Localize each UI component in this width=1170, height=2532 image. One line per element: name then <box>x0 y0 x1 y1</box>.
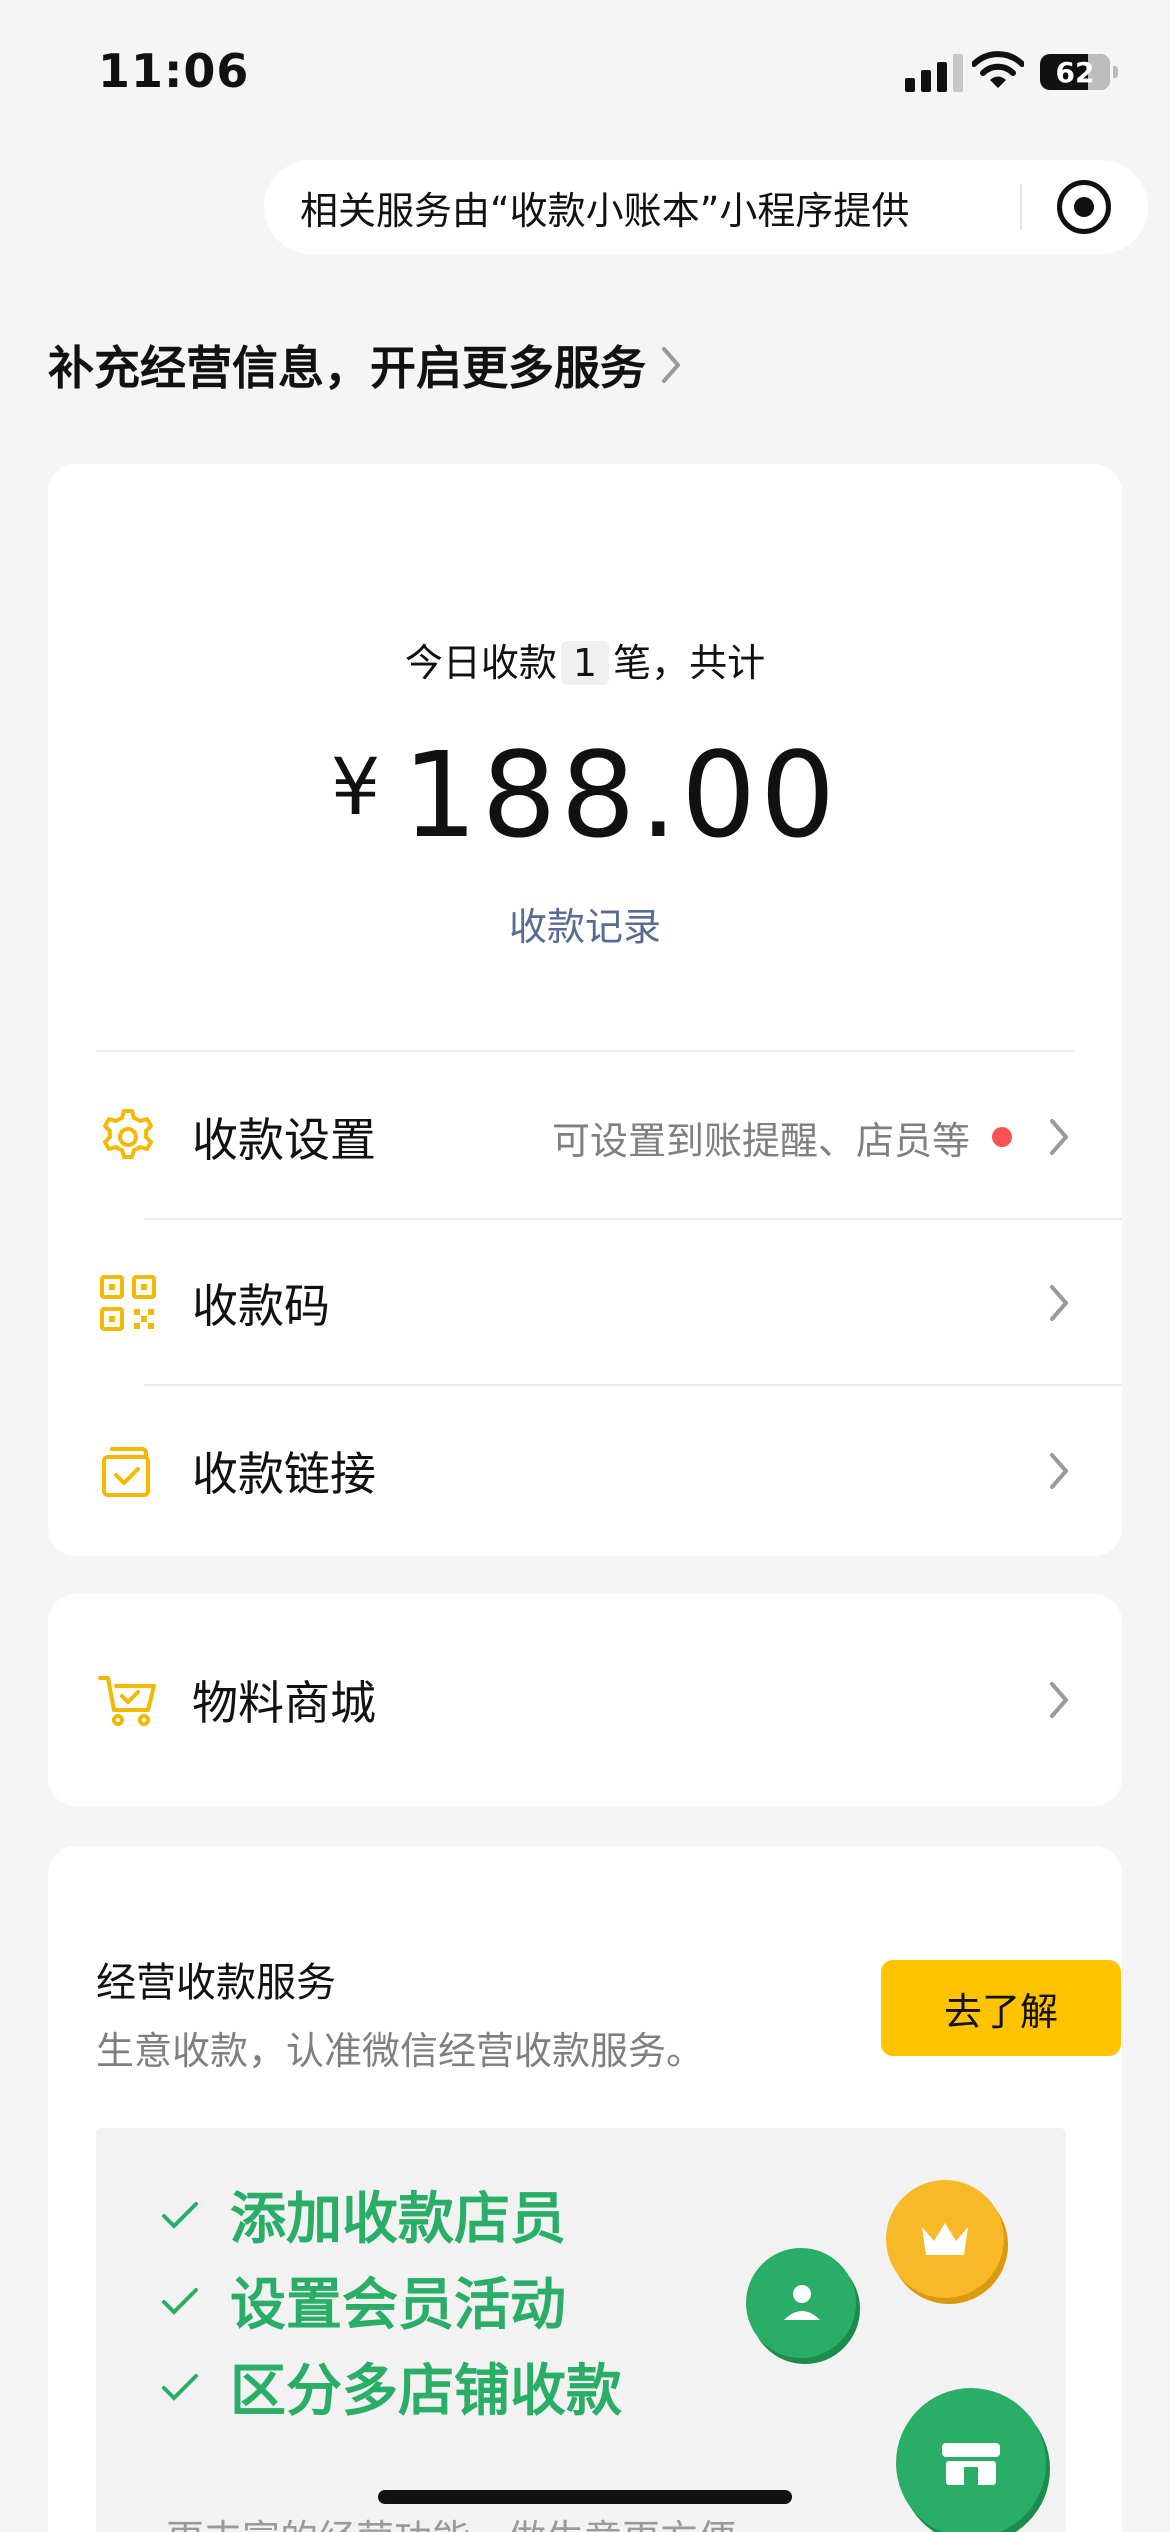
menu-item-label: 收款码 <box>192 1279 330 1333</box>
gear-icon <box>103 1109 153 1159</box>
qrcode-icon <box>100 1275 156 1331</box>
check-icon <box>162 2373 198 2401</box>
link-icon <box>102 1447 150 1497</box>
pill-divider <box>1020 184 1022 230</box>
today-amount: ¥188.00 <box>48 726 1122 864</box>
summary-prefix: 今日收款 <box>404 641 557 685</box>
menu-item-label: 收款链接 <box>192 1447 376 1501</box>
target-icon <box>1074 197 1094 217</box>
payment-summary-card: 今日收款 1 笔，共计 ¥188.00 收款记录 收款设置 可设置到账提醒、店员等 <box>48 464 1122 1556</box>
payment-count: 1 <box>560 641 610 685</box>
menu-item-label: 收款设置 <box>192 1113 376 1167</box>
materials-store-card: 物料商城 <box>48 1594 1122 1806</box>
notification-dot <box>992 1127 1012 1147</box>
menu-item-payment-link[interactable]: 收款链接 <box>48 1388 1122 1554</box>
menu-item-label: 物料商城 <box>192 1676 376 1730</box>
mini-program-notice: 相关服务由“收款小账本”小程序提供 <box>300 188 910 233</box>
chevron-right-icon <box>1050 1453 1068 1489</box>
feature-item: 设置会员活动 <box>154 2260 566 2341</box>
menu-item-payment-code[interactable]: 收款码 <box>48 1220 1122 1386</box>
feature-label: 添加收款店员 <box>230 2187 566 2252</box>
mini-program-notice-bar: 相关服务由“收款小账本”小程序提供 <box>264 160 1148 254</box>
status-time: 11:06 <box>98 44 250 98</box>
menu-item-payment-settings[interactable]: 收款设置 可设置到账提醒、店员等 <box>48 1054 1122 1220</box>
service-title: 经营收款服务 <box>96 1960 336 2006</box>
feature-item: 添加收款店员 <box>154 2174 566 2255</box>
menu-item-hint: 可设置到账提醒、店员等 <box>551 1118 970 1163</box>
cart-icon <box>98 1676 156 1726</box>
service-subtitle: 生意收款，认准微信经营收款服务。 <box>96 2029 705 2073</box>
chevron-right-icon <box>1050 1285 1068 1321</box>
mini-program-close-button[interactable] <box>1057 180 1111 234</box>
battery-icon: 62 <box>1040 54 1110 90</box>
divider <box>96 1050 1074 1052</box>
check-icon <box>162 2287 198 2315</box>
wifi-icon <box>972 51 1024 88</box>
battery-level: 62 <box>1055 55 1095 89</box>
currency-symbol: ¥ <box>330 743 385 833</box>
check-icon <box>162 2201 198 2229</box>
business-info-link[interactable]: 补充经营信息，开启更多服务 <box>48 332 682 398</box>
status-bar: 11:06 62 <box>0 0 1170 140</box>
service-promo-banner[interactable]: 添加收款店员 设置会员活动 区分多店铺收款 更丰富的经营功能，做生意更方便 <box>96 2128 1066 2532</box>
learn-more-button[interactable]: 去了解 <box>881 1960 1121 2056</box>
business-payment-service-card: 经营收款服务 生意收款，认准微信经营收款服务。 去了解 添加收款店员 设置会员活… <box>48 1846 1122 2532</box>
chevron-right-icon <box>1050 1119 1068 1155</box>
feature-item: 区分多店铺收款 <box>154 2346 622 2427</box>
cellular-signal-icon <box>905 52 963 92</box>
crown-icon <box>886 2180 1004 2298</box>
feature-label: 区分多店铺收款 <box>230 2359 622 2424</box>
divider <box>144 1384 1122 1386</box>
store-icon <box>896 2388 1046 2532</box>
home-indicator <box>378 2490 792 2504</box>
promo-note: 更丰富的经营功能，做生意更方便 <box>166 2508 736 2532</box>
today-summary: 今日收款 1 笔，共计 <box>48 632 1122 687</box>
amount-value: 188.00 <box>402 726 840 864</box>
feature-label: 设置会员活动 <box>230 2273 566 2338</box>
chevron-right-icon <box>1050 1682 1068 1718</box>
chevron-right-icon <box>662 347 680 383</box>
business-info-title: 补充经营信息，开启更多服务 <box>48 341 646 395</box>
summary-suffix: 笔，共计 <box>613 641 766 685</box>
staff-icon <box>746 2248 856 2358</box>
menu-item-materials-store[interactable]: 物料商城 <box>48 1617 1122 1783</box>
payment-records-link[interactable]: 收款记录 <box>48 896 1122 951</box>
battery-tip <box>1113 66 1118 78</box>
